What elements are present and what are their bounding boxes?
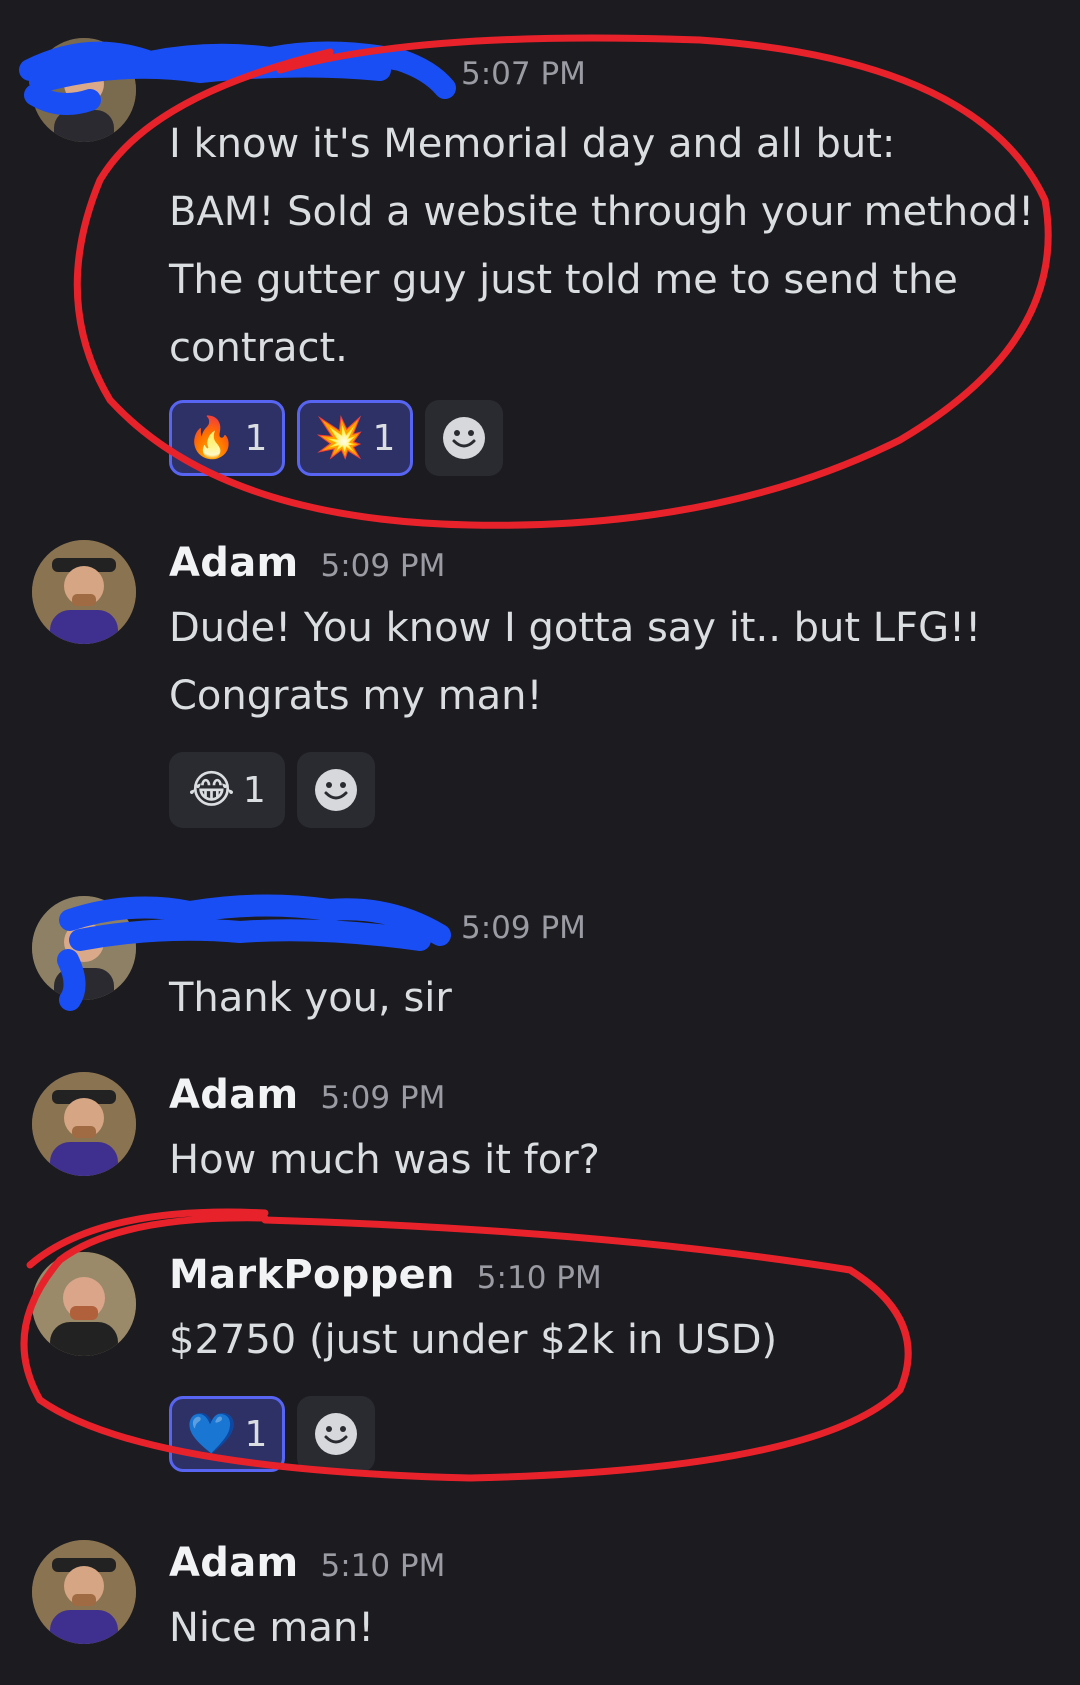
- timestamp: 5:10 PM: [320, 1548, 446, 1584]
- message-text-line: Congrats my man!: [169, 673, 543, 719]
- message-header: 5:07 PM: [169, 56, 1060, 110]
- reaction-tears-of-joy[interactable]: 😂 1: [169, 752, 285, 828]
- message-text-line: $2750 (just under $2k in USD): [169, 1317, 778, 1363]
- username[interactable]: Adam: [169, 540, 298, 586]
- message-header: Adam 5:10 PM: [169, 1540, 1060, 1594]
- add-reaction-button[interactable]: [425, 400, 503, 476]
- reaction-count: 1: [244, 417, 268, 459]
- collision-icon: 💥: [314, 415, 365, 461]
- reaction-count: 1: [242, 769, 266, 811]
- fire-icon: 🔥: [186, 415, 237, 461]
- timestamp: 5:07 PM: [461, 56, 586, 92]
- username[interactable]: Adam: [169, 1540, 298, 1586]
- smiley-icon: [315, 1413, 357, 1455]
- message-text-line: The gutter guy just told me to send the: [169, 257, 958, 303]
- avatar[interactable]: [32, 896, 136, 1000]
- reaction-count: 1: [244, 1413, 268, 1455]
- message-header: Adam 5:09 PM: [169, 1072, 1060, 1126]
- username[interactable]: MarkPoppen: [169, 1252, 455, 1298]
- reactions-bar: 😂 1: [169, 752, 1060, 828]
- tears-of-joy-icon: 😂: [188, 767, 235, 813]
- message-text-line: BAM! Sold a website through your method!: [169, 189, 1035, 235]
- smiley-icon: [443, 417, 485, 459]
- avatar[interactable]: [32, 1540, 136, 1644]
- reaction-fire[interactable]: 🔥 1: [169, 400, 285, 476]
- avatar[interactable]: [32, 38, 136, 142]
- message-header: MarkPoppen 5:10 PM: [169, 1252, 1060, 1306]
- add-reaction-button[interactable]: [297, 752, 375, 828]
- smiley-icon: [315, 769, 357, 811]
- reaction-collision[interactable]: 💥 1: [297, 400, 413, 476]
- message-text-line: Thank you, sir: [169, 975, 452, 1021]
- reactions-bar: 🔥 1 💥 1: [169, 400, 1060, 476]
- avatar[interactable]: [32, 1252, 136, 1356]
- message-header: Adam 5:09 PM: [169, 540, 1060, 594]
- message-text-line: Nice man!: [169, 1605, 375, 1651]
- timestamp: 5:09 PM: [320, 1080, 446, 1116]
- username[interactable]: Adam: [169, 1072, 298, 1118]
- reaction-blue-heart[interactable]: 💙 1: [169, 1396, 285, 1472]
- message-text-line: contract.: [169, 325, 348, 371]
- reaction-count: 1: [372, 417, 396, 459]
- message-text-line: Dude! You know I gotta say it.. but LFG!…: [169, 605, 982, 651]
- avatar[interactable]: [32, 540, 136, 644]
- avatar[interactable]: [32, 1072, 136, 1176]
- timestamp: 5:09 PM: [461, 910, 586, 946]
- reactions-bar: 💙 1: [169, 1396, 1060, 1472]
- message-text-line: How much was it for?: [169, 1137, 600, 1183]
- message-text-line: I know it's Memorial day and all but:: [169, 121, 896, 167]
- message-header: 5:09 PM: [169, 910, 1060, 964]
- add-reaction-button[interactable]: [297, 1396, 375, 1472]
- timestamp: 5:09 PM: [320, 548, 446, 584]
- blue-heart-icon: 💙: [186, 1411, 237, 1457]
- timestamp: 5:10 PM: [476, 1260, 602, 1296]
